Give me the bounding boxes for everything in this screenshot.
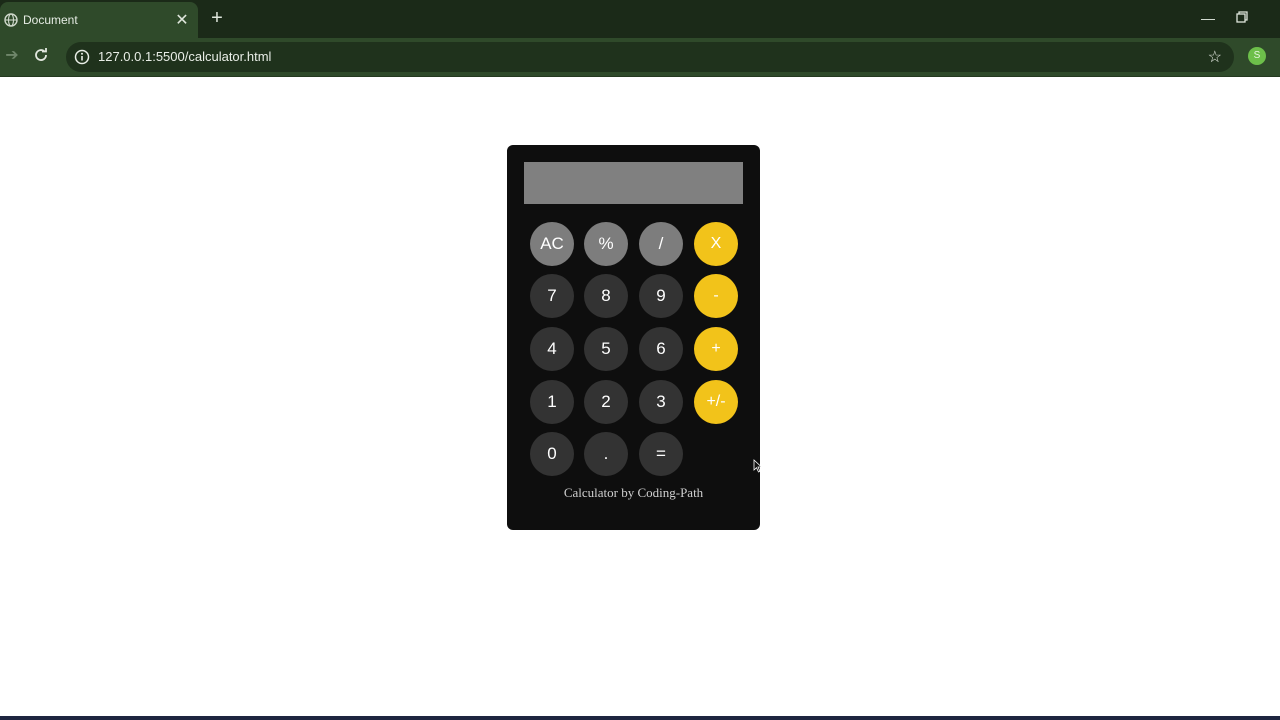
- tab-close-button[interactable]: ✕: [174, 10, 190, 30]
- address-bar[interactable]: 127.0.0.1:5500/calculator.html ☆: [66, 42, 1234, 72]
- key-equals[interactable]: =: [639, 432, 683, 476]
- key-all-clear[interactable]: AC: [530, 222, 574, 266]
- credit-text: Calculator by Coding-Path: [563, 485, 704, 500]
- key-8[interactable]: 8: [584, 274, 628, 318]
- key-negate[interactable]: +/-: [694, 380, 738, 424]
- key-divide[interactable]: /: [639, 222, 683, 266]
- site-info-icon[interactable]: [74, 49, 90, 65]
- mouse-pointer-icon: [753, 459, 763, 473]
- key-multiply[interactable]: X: [694, 222, 738, 266]
- minimize-button[interactable]: —: [1198, 6, 1218, 30]
- window-bottom-edge: [0, 716, 1280, 720]
- key-1[interactable]: 1: [530, 380, 574, 424]
- browser-toolbar: ➔ 127.0.0.1:5500/calculator.html ☆ S: [0, 38, 1280, 77]
- key-3[interactable]: 3: [639, 380, 683, 424]
- forward-arrow-icon[interactable]: ➔: [3, 47, 21, 65]
- bookmark-star-icon[interactable]: ☆: [1208, 47, 1222, 67]
- key-add[interactable]: +: [694, 327, 738, 371]
- profile-avatar[interactable]: S: [1248, 47, 1266, 65]
- tab-title: Document: [23, 13, 78, 27]
- globe-icon: [3, 12, 19, 28]
- new-tab-button[interactable]: +: [207, 8, 227, 30]
- key-4[interactable]: 4: [530, 327, 574, 371]
- reload-icon[interactable]: [33, 47, 51, 65]
- calculator: AC % / X 7 8 9 - 4 5 6 + 1 2 3 +/- 0 . =…: [507, 145, 760, 530]
- browser-tab[interactable]: Document ✕: [0, 2, 198, 38]
- key-subtract[interactable]: -: [694, 274, 738, 318]
- restore-window-button[interactable]: [1236, 10, 1248, 23]
- key-5[interactable]: 5: [584, 327, 628, 371]
- url-text[interactable]: 127.0.0.1:5500/calculator.html: [98, 49, 271, 64]
- key-2[interactable]: 2: [584, 380, 628, 424]
- tab-strip: Document ✕ + —: [0, 0, 1280, 38]
- key-7[interactable]: 7: [530, 274, 574, 318]
- key-percent[interactable]: %: [584, 222, 628, 266]
- calculator-display: [524, 162, 743, 204]
- key-0[interactable]: 0: [530, 432, 574, 476]
- key-decimal[interactable]: .: [584, 432, 628, 476]
- key-6[interactable]: 6: [639, 327, 683, 371]
- key-9[interactable]: 9: [639, 274, 683, 318]
